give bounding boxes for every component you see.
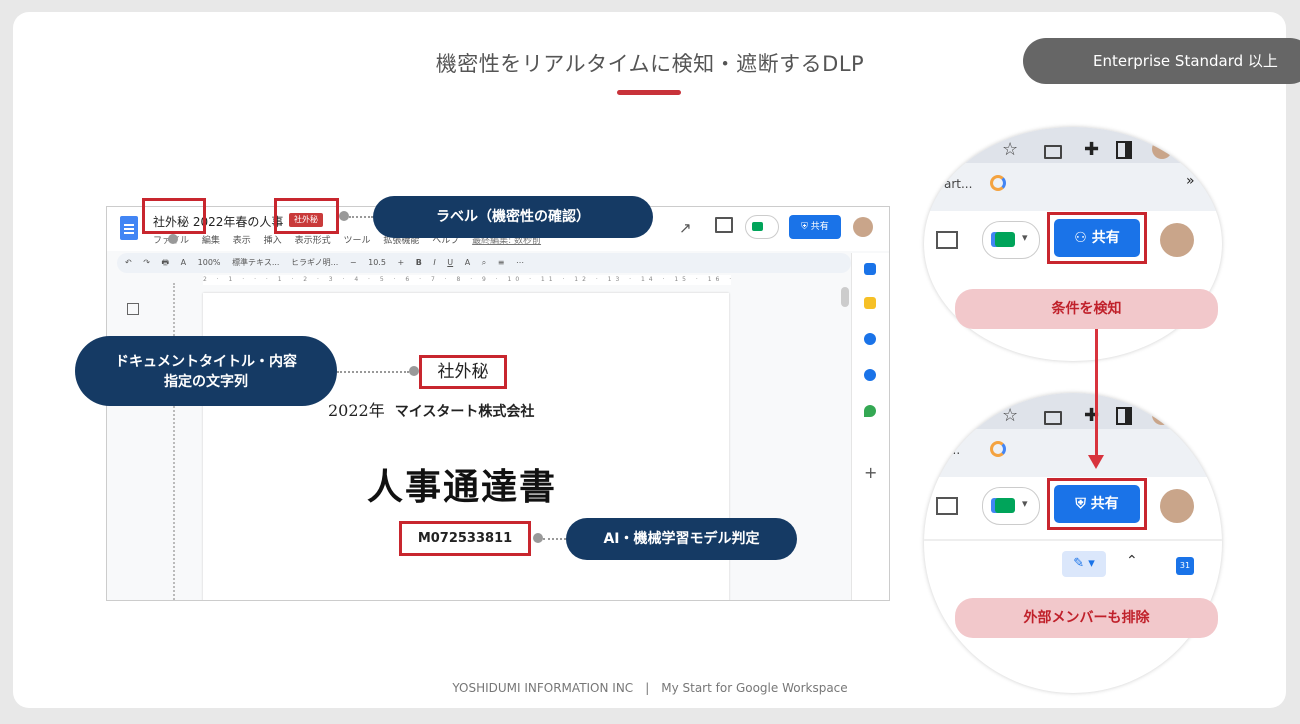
comment-icon[interactable] [936, 231, 958, 249]
meet-icon[interactable] [982, 487, 1040, 525]
font-size-input[interactable]: 10.5 [368, 258, 386, 267]
title-underline [617, 90, 681, 95]
connector-knob-ai [533, 533, 543, 543]
shield-icon: ⛨ [801, 222, 811, 232]
highlight-doc-title [142, 198, 206, 234]
bookmark-bar [924, 429, 1222, 477]
font-size-decrease[interactable]: − [350, 258, 357, 267]
divider [924, 539, 1222, 541]
text-color-button[interactable]: A [465, 258, 470, 267]
pill-remove: 外部メンバーも排除 [955, 598, 1218, 638]
share-button[interactable]: ⛨ 共有 [789, 215, 841, 239]
highlight-share [1047, 478, 1147, 530]
connector-label [349, 216, 373, 218]
menu-insert[interactable]: 挿入 [264, 236, 282, 246]
avatar[interactable] [1160, 489, 1194, 523]
bookmark-item[interactable]: art... [944, 177, 972, 191]
comment-icon[interactable] [936, 497, 958, 515]
page-confidential-label: 社外秘 [419, 355, 507, 389]
vertical-ruler [173, 283, 176, 600]
add-icon[interactable]: + [864, 463, 877, 482]
connector-ai [543, 538, 566, 540]
connector-knob-doc [409, 366, 419, 376]
laptop-icon[interactable] [1044, 411, 1062, 425]
style-select[interactable]: 標準テキス... [232, 258, 279, 267]
bookmark-favicon-icon[interactable] [990, 441, 1006, 457]
star-icon[interactable]: ☆ [1002, 139, 1018, 160]
calendar-icon[interactable]: 31 [1176, 557, 1194, 575]
star-icon[interactable]: ☆ [1002, 405, 1018, 426]
bold-button[interactable]: B [416, 258, 422, 267]
meet-icon[interactable] [745, 215, 779, 239]
menu-view[interactable]: 表示 [233, 236, 251, 246]
outline-icon[interactable] [127, 303, 139, 315]
italic-button[interactable]: I [433, 258, 435, 267]
bookmark-overflow[interactable]: » [1186, 173, 1195, 189]
side-panel-icon[interactable] [1116, 407, 1132, 425]
callout-doc-line2: 指定の文字列 [164, 374, 248, 390]
pencil-icon[interactable]: ✎ ▾ [1062, 551, 1106, 577]
edition-badge: Enterprise Standard 以上 [1023, 38, 1300, 84]
undo-icon[interactable]: ↶ [125, 258, 132, 267]
profile-avatar[interactable] [1152, 139, 1172, 159]
page-code: M072533811 [399, 521, 531, 556]
puzzle-icon[interactable]: ✚ [1084, 139, 1099, 160]
scrollbar[interactable] [841, 287, 849, 307]
comment-icon[interactable] [715, 217, 733, 233]
connector-knob-label [339, 211, 349, 221]
tasks-icon[interactable] [864, 333, 876, 345]
highlight-label-chip [274, 198, 339, 234]
docs-logo-icon[interactable] [120, 216, 138, 240]
page-company: マイスタート株式会社 [394, 404, 535, 420]
page-year: 2022年 [328, 401, 385, 420]
keep-icon[interactable] [864, 297, 876, 309]
underline-button[interactable]: U [447, 258, 453, 267]
more-icon[interactable]: ⋯ [516, 258, 524, 267]
horizontal-ruler[interactable]: 2 · 1 · · · 1 · 2 · 3 · 4 · 5 · 6 · 7 · … [203, 275, 731, 285]
print-icon[interactable]: 🖶 [162, 258, 170, 267]
profile-avatar[interactable] [1152, 405, 1172, 425]
avatar[interactable] [853, 217, 873, 237]
spellcheck-icon[interactable]: A [181, 258, 186, 267]
flow-arrow-line [1095, 329, 1098, 461]
redo-icon[interactable]: ↷ [143, 258, 150, 267]
callout-label: ラベル（機密性の確認） [373, 196, 653, 238]
flow-arrow-head [1088, 455, 1104, 469]
side-panel-icon[interactable] [1116, 141, 1132, 159]
contacts-icon[interactable] [864, 369, 876, 381]
footer: YOSHIDUMI INFORMATION INC | My Start for… [452, 681, 848, 695]
font-select[interactable]: ヒラギノ明... [291, 258, 338, 267]
bookmark-favicon-icon[interactable] [990, 175, 1006, 191]
maps-icon[interactable] [864, 405, 876, 417]
page-subtitle: 2022年 マイスタート株式会社 [328, 397, 534, 421]
font-size-increase[interactable]: + [397, 258, 404, 267]
callout-ai: AI・機械学習モデル判定 [566, 518, 797, 560]
callout-document-string: ドキュメントタイトル・内容 指定の文字列 [75, 336, 337, 406]
calendar-icon[interactable] [864, 263, 876, 275]
share-label: 共有 [810, 222, 829, 232]
page-heading: 人事通達書 [367, 466, 558, 508]
highlight-share [1047, 212, 1147, 264]
menu-format[interactable]: 表示形式 [295, 236, 331, 246]
zoom-block: ☆ ✚ t... ⛨ 共有 ✎ ▾ ⌃ 31 [924, 393, 1222, 693]
zoom-select[interactable]: 100% [198, 258, 221, 267]
docs-toolbar: ↶ ↷ 🖶 A 100% 標準テキス... ヒラギノ明... − 10.5 + … [117, 253, 851, 273]
connector-doc [337, 371, 409, 373]
laptop-icon[interactable] [1044, 145, 1062, 159]
meet-icon[interactable] [982, 221, 1040, 259]
menu-edit[interactable]: 編集 [202, 236, 220, 246]
avatar[interactable] [1160, 223, 1194, 257]
side-panel-rail: + [851, 253, 889, 600]
connector-knob-title [168, 234, 178, 244]
pill-detect: 条件を検知 [955, 289, 1218, 329]
menu-tools[interactable]: ツール [343, 236, 370, 246]
chevron-up-icon[interactable]: ⌃ [1126, 553, 1138, 569]
callout-doc-line1: ドキュメントタイトル・内容 [115, 354, 297, 370]
trend-icon[interactable]: ↗ [679, 219, 692, 237]
search-icon[interactable]: ⌕ [482, 258, 486, 267]
align-icon[interactable]: ≡ [498, 258, 505, 267]
bookmark-item[interactable]: t... [944, 443, 960, 457]
